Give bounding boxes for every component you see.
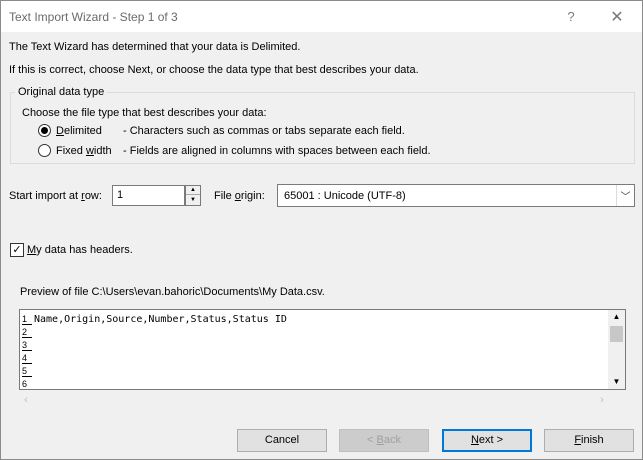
finish-button[interactable]: Finish (544, 429, 634, 452)
line-number: 6 (22, 378, 32, 389)
line-number: 3 (22, 339, 32, 351)
fixed-width-label[interactable]: Fixed width (56, 145, 112, 157)
line-number: 2 (22, 326, 32, 338)
chevron-down-icon[interactable]: ﹀ (616, 185, 634, 206)
delimited-label[interactable]: Delimited (56, 125, 102, 137)
preview-label: Preview of file C:\Users\evan.bahoric\Do… (20, 286, 325, 298)
next-button[interactable]: Next > (442, 429, 532, 452)
line-number: 5 (22, 365, 32, 377)
preview-line: Name,Origin,Source,Number,Status,Status … (34, 314, 287, 325)
radio-selected-dot (41, 127, 48, 134)
line-number: 1 (22, 313, 32, 325)
close-button[interactable]: ✕ (595, 1, 639, 32)
back-button[interactable]: < Back (339, 429, 429, 452)
scroll-right-icon[interactable]: › (595, 392, 609, 409)
fixed-width-radio[interactable] (38, 144, 51, 157)
scroll-up-icon[interactable]: ▲ (608, 310, 625, 324)
headers-checkbox[interactable]: ✓ (10, 243, 24, 257)
line-number: 4 (22, 352, 32, 364)
spin-up-icon[interactable]: ▲ (186, 186, 200, 195)
vertical-scrollbar[interactable]: ▲ ▼ (608, 310, 625, 389)
group-legend: Original data type (15, 86, 108, 98)
data-preview-pane[interactable]: 1 2 3 4 5 6 Name,Origin,Source,Number,St… (19, 309, 626, 390)
file-origin-value: 65001 : Unicode (UTF-8) (284, 190, 406, 202)
scroll-left-icon[interactable]: ‹ (19, 392, 33, 409)
start-row-input[interactable]: 1 (112, 185, 185, 206)
scroll-thumb[interactable] (610, 326, 623, 342)
window-title: Text Import Wizard - Step 1 of 3 (9, 10, 178, 24)
intro-line-1: The Text Wizard has determined that your… (9, 41, 301, 53)
delimited-radio[interactable] (38, 124, 51, 137)
title-bar: Text Import Wizard - Step 1 of 3 ? ✕ (1, 1, 642, 32)
file-origin-select[interactable]: 65001 : Unicode (UTF-8) ﹀ (277, 184, 635, 207)
intro-line-2: If this is correct, choose Next, or choo… (9, 64, 419, 76)
help-button[interactable]: ? (549, 1, 593, 32)
text-import-wizard-dialog: Text Import Wizard - Step 1 of 3 ? ✕ The… (0, 0, 643, 460)
line-number-gutter: 1 2 3 4 5 6 (20, 310, 33, 389)
scroll-down-icon[interactable]: ▼ (608, 375, 625, 389)
start-row-spinner: ▲ ▼ (185, 185, 201, 206)
spin-down-icon[interactable]: ▼ (186, 196, 200, 205)
delimited-description: - Characters such as commas or tabs sepa… (123, 125, 405, 137)
file-type-prompt: Choose the file type that best describes… (22, 107, 267, 119)
fixed-width-description: - Fields are aligned in columns with spa… (123, 145, 431, 157)
file-origin-label: File origin: (214, 190, 265, 202)
start-row-label: Start import at row: (9, 190, 102, 202)
horizontal-scrollbar[interactable]: ‹ › (19, 392, 609, 409)
headers-label[interactable]: My data has headers. (27, 244, 133, 256)
cancel-button[interactable]: Cancel (237, 429, 327, 452)
